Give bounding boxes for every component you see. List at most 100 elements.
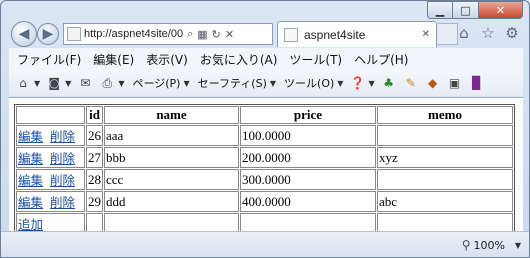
delete-link[interactable]: 削除 [50,151,75,166]
chevron-down-icon: ▼ [65,78,72,88]
edit-link[interactable]: 編集 [18,173,43,188]
home-command[interactable]: ⌂ ▼ [15,75,40,91]
tools-menu-label: ツール(O) [284,77,335,90]
cell-memo: xyz [377,147,513,168]
header-memo: memo [377,106,513,124]
cell-name: bbb [104,147,239,168]
back-button[interactable]: ◀ [11,21,37,47]
page-menu[interactable]: ページ(P) ▼ [130,75,189,91]
addon-icon: ◆ [427,76,438,90]
maximize-button[interactable]: □ [453,1,479,19]
chevron-down-icon: ▼ [118,78,125,88]
help-command[interactable]: ❓ ▼ [349,75,375,91]
chevron-down-icon: ▼ [368,78,375,88]
research-command[interactable]: ✎ [403,75,419,91]
browser-window: ▁ □ ✕ ◀ ▶ http://aspnet4site/00 ⌕ ▦ ↻ ✕ … [0,0,530,258]
mail-icon: ✉ [80,76,91,90]
browser-right-icons: ⌂ ☆ ⚙ [455,24,521,42]
home-icon[interactable]: ⌂ [455,24,473,42]
cell-id: 26 [86,125,103,146]
cell-price: 300.0000 [240,169,376,190]
blog-command[interactable]: ▣ [447,75,463,91]
messenger-command[interactable]: ♣ [381,75,397,91]
zoom-magnifier-icon: ⚲ [461,238,471,252]
gear-icon[interactable]: ⚙ [503,24,521,42]
help-icon: ❓ [349,76,365,90]
cell-id: 28 [86,169,103,190]
messenger-icon: ♣ [383,76,394,90]
compat-icon[interactable]: ▦ [197,28,207,41]
address-text: http://aspnet4site/00 [84,28,184,40]
cell-price: 400.0000 [240,191,376,212]
chevron-down-icon: ▼ [337,78,344,88]
stop-icon[interactable]: ✕ [225,28,234,41]
refresh-icon[interactable]: ↻ [212,28,221,41]
tab-close-icon[interactable]: ✕ [422,29,430,40]
research-icon: ✎ [405,76,416,90]
tools-menu[interactable]: ツール(O) ▼ [282,75,343,91]
table-row: 編集 削除 29 ddd 400.0000 abc [16,191,513,212]
blog-icon: ▣ [448,76,461,90]
onenote-icon: ▉ [471,76,482,90]
row-actions: 編集 削除 [16,169,85,190]
status-bar: ⚲ 100% ▼ [1,231,529,257]
menu-help[interactable]: ヘルプ(H) [354,51,408,68]
command-bar: ⌂ ▼ ◙ ▼ ✉ ⎙ ▼ ページ(P) ▼ セーフティ(S) ▼ ツール(O) ▼ ❓ ▼ … [9,70,523,96]
chevron-down-icon[interactable]: ▼ [515,241,521,250]
menu-view[interactable]: 表示(V) [146,51,188,68]
favorites-star-icon[interactable]: ☆ [479,24,497,42]
edit-link[interactable]: 編集 [18,151,43,166]
back-arrow-icon: ◀ [18,26,30,42]
cell-name: ccc [104,169,239,190]
header-price: price [240,106,376,124]
addon-command[interactable]: ◆ [425,75,441,91]
forward-button[interactable]: ▶ [37,23,59,45]
header-id: id [86,106,103,124]
data-grid: id name price memo 編集 削除 26 aaa 100.0000 … [14,104,515,236]
search-icon[interactable]: ⌕ [187,28,193,41]
tab-title: aspnet4site [304,27,366,42]
chevron-down-icon: ▼ [183,78,190,88]
close-button[interactable]: ✕ [479,1,523,19]
forward-arrow-icon: ▶ [42,26,54,42]
cell-price: 100.0000 [240,125,376,146]
tab-aspnet4site[interactable]: aspnet4site ✕ [277,21,437,47]
chevron-down-icon: ▼ [269,78,277,88]
print-command[interactable]: ⎙ ▼ [99,75,125,91]
header-name: name [104,106,239,124]
feeds-command[interactable]: ◙ ▼ [46,75,71,91]
safety-menu-label: セーフティ(S) [197,77,267,90]
delete-link[interactable]: 削除 [50,195,75,210]
add-link[interactable]: 追加 [18,217,43,232]
delete-link[interactable]: 削除 [50,173,75,188]
row-actions: 編集 削除 [16,147,85,168]
window-controls: ▁ □ ✕ [427,1,523,19]
cell-id: 29 [86,191,103,212]
tab-page-icon [284,27,298,42]
zoom-level: 100% [473,238,505,252]
edit-link[interactable]: 編集 [18,129,43,144]
cell-id: 27 [86,147,103,168]
menu-tools[interactable]: ツール(T) [289,51,342,68]
row-actions: 編集 削除 [16,125,85,146]
menu-bar: ファイル(F) 編集(E) 表示(V) お気に入り(A) ツール(T) ヘルプ(… [9,48,523,70]
cell-memo [377,169,513,190]
rss-feed-icon: ◙ [48,76,60,90]
delete-link[interactable]: 削除 [50,129,75,144]
minimize-button[interactable]: ▁ [427,1,453,19]
cell-memo: abc [377,191,513,212]
zoom-control[interactable]: ⚲ 100% [462,238,505,252]
page-menu-label: ページ(P) [132,77,181,90]
onenote-command[interactable]: ▉ [469,75,485,91]
safety-menu[interactable]: セーフティ(S) ▼ [196,75,276,91]
cell-name: aaa [104,125,239,146]
mail-command[interactable]: ✉ [77,75,93,91]
cell-price: 200.0000 [240,147,376,168]
menu-file[interactable]: ファイル(F) [17,51,81,68]
menu-favorites[interactable]: お気に入り(A) [200,51,278,68]
edit-link[interactable]: 編集 [18,195,43,210]
menu-edit[interactable]: 編集(E) [93,51,134,68]
table-row: 編集 削除 28 ccc 300.0000 [16,169,513,190]
home-icon: ⌂ [19,76,27,90]
address-bar[interactable]: http://aspnet4site/00 ⌕ ▦ ↻ ✕ [63,23,273,45]
